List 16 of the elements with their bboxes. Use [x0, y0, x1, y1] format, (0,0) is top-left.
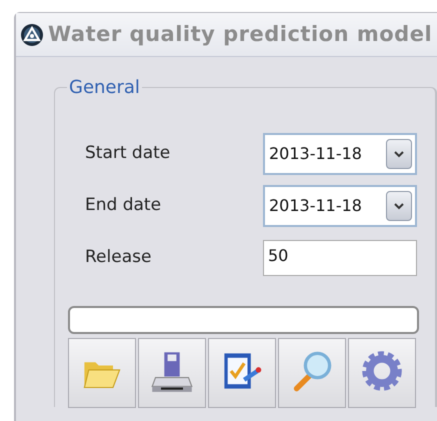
toolbar-button[interactable] [208, 338, 276, 408]
field-label: End date [85, 194, 162, 218]
settings-icon [360, 349, 404, 393]
toolbar-button[interactable] [348, 338, 416, 408]
chevron-down-icon [393, 150, 405, 158]
field-label: Release [85, 246, 152, 270]
field-label: Start date [85, 142, 172, 166]
toolbar-button[interactable] [138, 338, 206, 408]
input-field[interactable]: 50 [263, 240, 417, 276]
logo-icon [20, 22, 44, 46]
date-picker[interactable]: 2013-11-18 [263, 185, 417, 227]
dropdown-button[interactable] [386, 139, 412, 169]
window-title: Water quality prediction model [48, 20, 432, 48]
date-picker[interactable]: 2013-11-18 [263, 133, 417, 175]
dropdown-button[interactable] [386, 191, 412, 221]
chevron-down-icon [393, 202, 405, 210]
